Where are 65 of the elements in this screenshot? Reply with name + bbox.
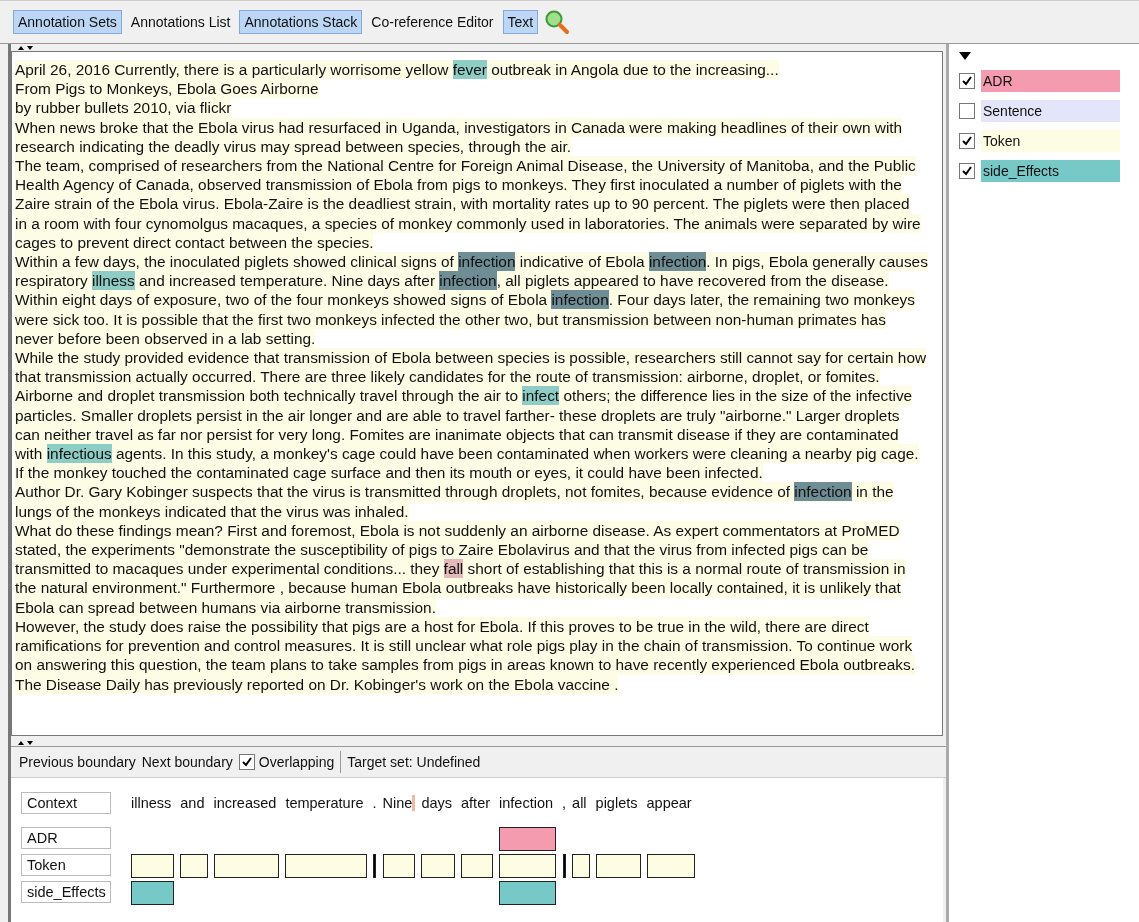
annotation-type-label[interactable]: side_Effects — [981, 160, 1120, 182]
context-word: and — [180, 795, 206, 811]
highlighted-word: fever — [452, 60, 487, 79]
annotation-type-checkbox[interactable] — [959, 163, 975, 179]
row-label[interactable]: ADR — [21, 827, 111, 849]
context-word: increased — [213, 795, 278, 811]
highlighted-word: infection — [794, 482, 852, 502]
annotation-type-label[interactable]: Token — [981, 130, 1120, 152]
row-label[interactable]: Context — [21, 792, 111, 814]
splitter-arrows-icon[interactable] — [17, 740, 35, 746]
row-label[interactable]: Token — [21, 854, 111, 876]
annotation-box[interactable] — [646, 854, 695, 878]
dropdown-triangle-icon[interactable] — [959, 52, 971, 60]
highlighted-word: infection — [439, 271, 497, 291]
view-tab[interactable]: Text — [502, 10, 539, 34]
target-set-label: Target set: Undefined — [347, 754, 481, 770]
annotation-box[interactable] — [382, 854, 416, 878]
context-word: appear — [646, 795, 693, 811]
search-icon[interactable] — [544, 9, 571, 35]
annotation-box[interactable] — [180, 854, 208, 878]
checkbox-label: Overlapping — [258, 754, 335, 770]
highlighted-word: infection — [551, 290, 609, 310]
annotation-box[interactable] — [461, 854, 494, 878]
view-tab[interactable]: Annotations List — [125, 10, 236, 34]
context-word: , — [562, 795, 568, 811]
boundary-button[interactable]: Previous boundary — [19, 754, 136, 770]
context-word: . — [372, 795, 378, 811]
highlighted-word: infectious — [46, 444, 112, 464]
annotation-type-label[interactable]: Sentence — [981, 100, 1120, 122]
annotation-box[interactable] — [131, 881, 175, 905]
context-word: illness — [131, 795, 173, 811]
annotation-box[interactable] — [421, 854, 456, 878]
boundary-button[interactable]: Next boundary — [141, 754, 233, 770]
document-text-area[interactable] — [11, 51, 943, 736]
highlighted-word: illness — [92, 271, 135, 291]
annotation-box[interactable] — [285, 854, 367, 878]
splitter-arrows-icon[interactable] — [17, 45, 35, 51]
context-word: days — [421, 795, 454, 811]
highlighted-word: infection — [458, 252, 516, 272]
annotation-box[interactable] — [499, 827, 557, 851]
highlighted-word: fall — [443, 559, 464, 579]
row-label[interactable]: side_Effects — [21, 881, 111, 903]
view-tab[interactable]: Annotation Sets — [13, 10, 122, 34]
annotation-box[interactable] — [213, 854, 280, 878]
context-word: after — [461, 795, 492, 811]
annotation-box[interactable] — [373, 854, 377, 878]
annotation-type-label[interactable]: ADR — [981, 70, 1120, 92]
highlighted-word: infect — [522, 386, 560, 406]
annotation-box[interactable] — [572, 854, 590, 878]
overlapping-checkbox[interactable] — [238, 754, 255, 770]
annotation-box[interactable] — [562, 854, 566, 878]
annotation-type-checkbox[interactable] — [959, 73, 975, 89]
annotation-box[interactable] — [131, 854, 175, 878]
context-word: temperature — [285, 795, 365, 811]
annotation-type-checkbox[interactable] — [959, 103, 975, 119]
context-word: Nine — [382, 795, 416, 811]
annotation-box[interactable] — [499, 881, 557, 905]
annotation-type-checkbox[interactable] — [959, 133, 975, 149]
context-word: all — [572, 795, 588, 811]
context-word: piglets — [595, 795, 639, 811]
view-tab[interactable]: Co-reference Editor — [366, 10, 499, 34]
context-word: infection — [499, 795, 555, 811]
view-tab[interactable]: Annotations Stack — [239, 10, 363, 34]
annotation-box[interactable] — [499, 854, 557, 878]
annotation-box[interactable] — [595, 854, 641, 878]
